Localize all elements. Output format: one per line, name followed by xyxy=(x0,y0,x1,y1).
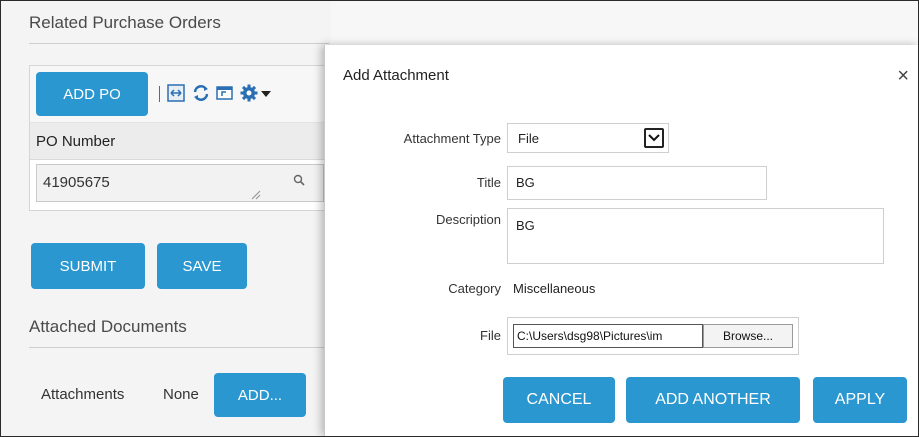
file-chooser: C:\Users\dsg98\Pictures\im Browse... xyxy=(507,317,799,355)
file-label: File xyxy=(480,328,501,343)
close-icon[interactable]: × xyxy=(897,66,909,86)
chevron-down-icon[interactable] xyxy=(644,128,664,148)
add-attachment-dialog: Add Attachment × Attachment Type File Ti… xyxy=(324,45,918,436)
caret-down-icon[interactable] xyxy=(260,84,272,102)
fit-columns-icon[interactable] xyxy=(167,84,185,102)
divider xyxy=(29,43,329,44)
app-frame: Related Purchase Orders ADD PO PO Number… xyxy=(0,0,919,437)
column-header-label: PO Number xyxy=(36,133,116,150)
po-number-column-header[interactable]: PO Number xyxy=(30,123,330,160)
restore-icon[interactable] xyxy=(216,84,234,102)
gear-icon[interactable] xyxy=(240,84,258,102)
attachments-value: None xyxy=(163,386,199,403)
title-input[interactable]: BG xyxy=(507,166,767,200)
attachment-type-label: Attachment Type xyxy=(403,131,501,146)
add-another-button[interactable]: ADD ANOTHER xyxy=(626,377,800,423)
resize-handle-icon[interactable] xyxy=(251,187,261,205)
po-toolbar: ADD PO xyxy=(30,66,330,123)
description-textarea[interactable]: BG xyxy=(507,208,884,264)
add-attachment-button[interactable]: ADD... xyxy=(214,373,306,417)
attachment-type-value: File xyxy=(518,131,539,146)
background-page: Related Purchase Orders ADD PO PO Number… xyxy=(1,1,331,436)
toolbar-separator xyxy=(159,86,160,102)
po-number-input[interactable]: 41905675 xyxy=(36,164,324,202)
attached-documents-title: Attached Documents xyxy=(29,317,187,336)
file-path-input[interactable]: C:\Users\dsg98\Pictures\im xyxy=(513,324,703,348)
description-label: Description xyxy=(435,212,501,227)
category-value: Miscellaneous xyxy=(513,281,596,296)
dialog-title: Add Attachment xyxy=(343,67,449,84)
category-label: Category xyxy=(448,281,501,296)
po-number-value: 41905675 xyxy=(43,174,110,191)
search-icon[interactable] xyxy=(293,173,305,191)
divider xyxy=(29,347,329,348)
title-label: Title xyxy=(476,175,501,190)
submit-button[interactable]: SUBMIT xyxy=(31,243,145,289)
add-po-button[interactable]: ADD PO xyxy=(36,72,148,116)
attachments-label: Attachments xyxy=(41,386,125,403)
refresh-icon[interactable] xyxy=(192,84,210,102)
apply-button[interactable]: APPLY xyxy=(813,377,907,423)
save-button[interactable]: SAVE xyxy=(157,243,247,289)
attachment-type-select[interactable]: File xyxy=(507,123,669,153)
browse-button[interactable]: Browse... xyxy=(703,324,793,348)
cancel-button[interactable]: CANCEL xyxy=(503,377,615,423)
po-grid-panel: ADD PO PO Number 41905675 xyxy=(29,65,331,211)
related-po-title: Related Purchase Orders xyxy=(29,13,221,32)
